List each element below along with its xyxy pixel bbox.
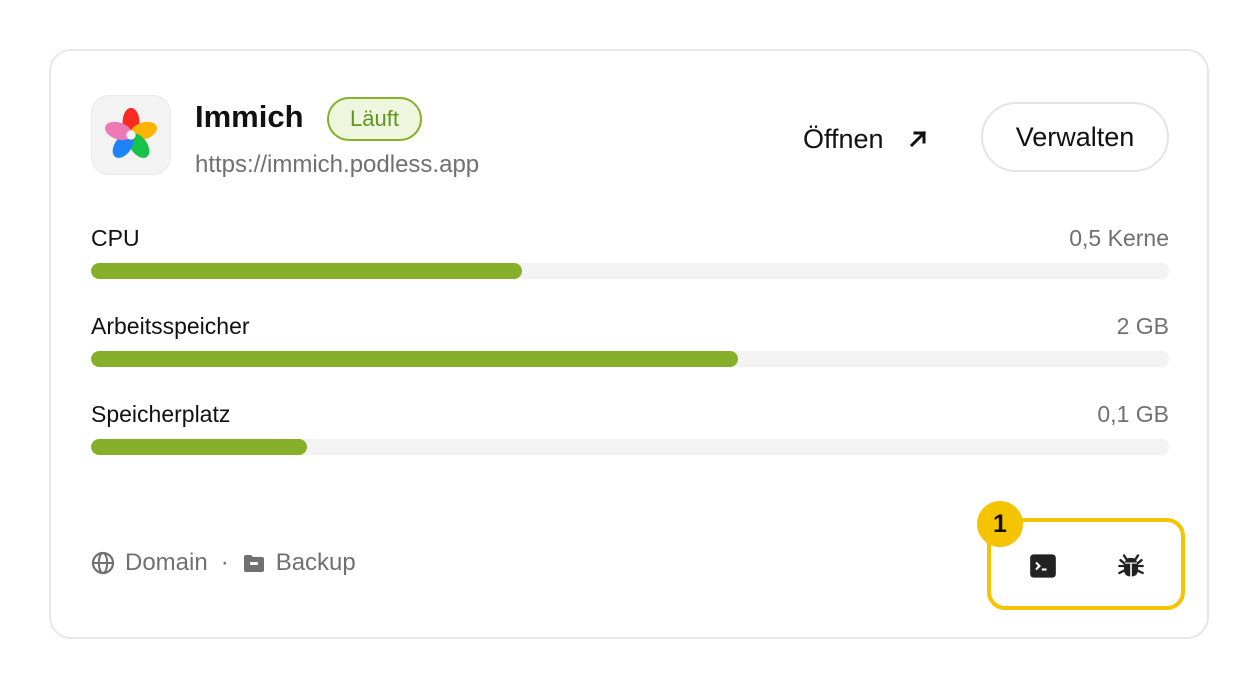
metric-label: CPU: [91, 225, 140, 251]
app-card: Immich Läuft https://immich.podless.app …: [49, 49, 1209, 639]
metric-label: Speicherplatz: [91, 401, 231, 427]
folder-lock-icon: [243, 555, 264, 572]
domain-link-label: Domain: [125, 549, 208, 576]
terminal-button[interactable]: [1021, 544, 1065, 588]
debug-button[interactable]: [1109, 544, 1153, 588]
arrow-up-right-icon: [909, 130, 926, 148]
metric-track: [91, 263, 1169, 279]
metric-fill: [91, 351, 738, 367]
footer-separator: ·: [220, 549, 229, 576]
bug-icon: [1118, 554, 1144, 577]
metric-value: 2 GB: [1116, 313, 1169, 339]
metric-fill: [91, 263, 523, 279]
open-link[interactable]: Öffnen: [803, 119, 930, 159]
manage-button[interactable]: Verwalten: [981, 102, 1169, 172]
globe-icon: [91, 551, 115, 575]
footer-links: Domain · Backup: [91, 548, 356, 578]
metric-track: [91, 439, 1169, 455]
backup-link[interactable]: Backup: [242, 549, 356, 577]
open-link-label: Öffnen: [803, 123, 884, 154]
terminal-icon: [1030, 554, 1056, 578]
metric-value: 0,5 Kerne: [1069, 225, 1169, 251]
metric-value: 0,1 GB: [1097, 401, 1169, 427]
immich-logo-icon: [105, 107, 157, 158]
status-badge: Läuft: [327, 97, 422, 141]
metric-label: Arbeitsspeicher: [91, 313, 250, 339]
metric-fill: [91, 439, 307, 455]
app-name: Immich: [195, 99, 304, 134]
metric-track: [91, 351, 1169, 367]
app-url: https://immich.podless.app: [195, 151, 480, 178]
backup-link-label: Backup: [275, 549, 356, 576]
annotation-marker: 1: [977, 501, 1023, 547]
app-logo: [91, 95, 171, 175]
domain-link[interactable]: Domain: [91, 549, 208, 577]
